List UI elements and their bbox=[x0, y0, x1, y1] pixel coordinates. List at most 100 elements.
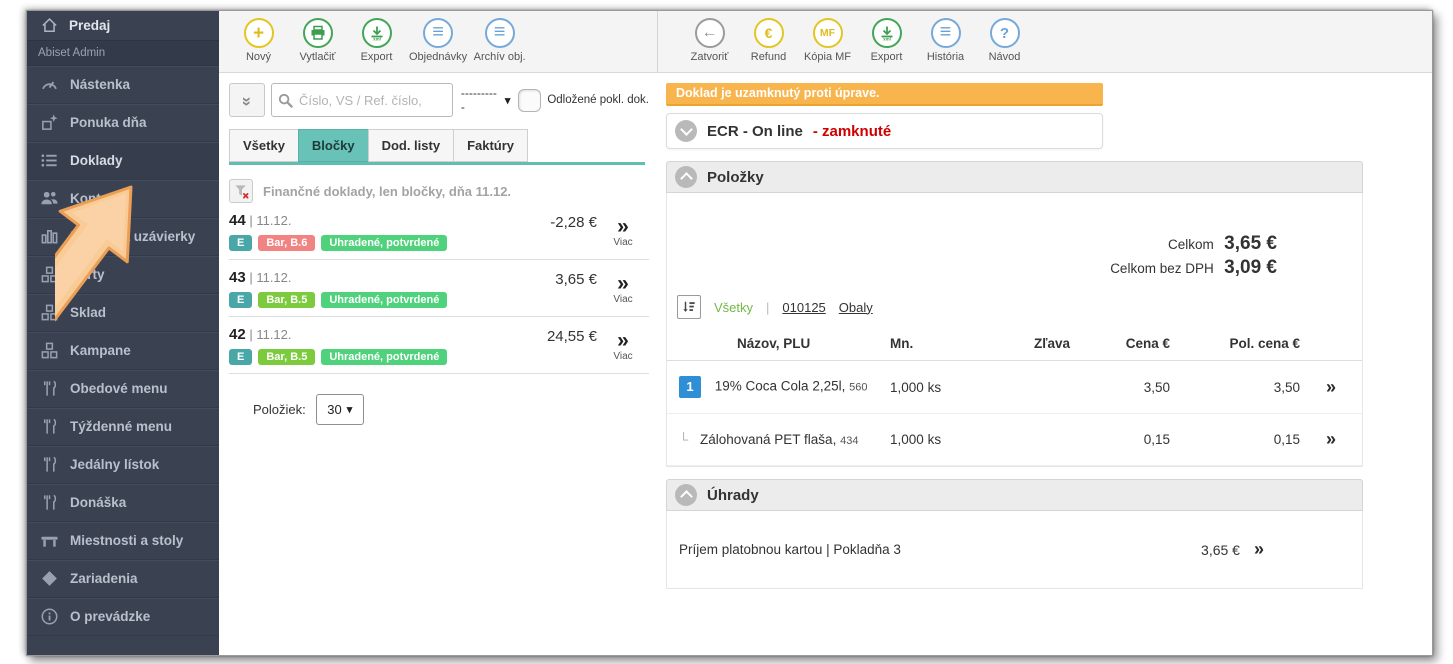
sidebar-item-pokladna-uzavierky[interactable]: Pokladňa uzávierky bbox=[27, 218, 219, 256]
tab-vsetky[interactable]: Všetky bbox=[229, 129, 298, 162]
refund-button[interactable]: € Refund bbox=[739, 18, 798, 63]
doc-amount: 3,65 € bbox=[505, 269, 597, 308]
new-button[interactable]: + Nový bbox=[229, 18, 288, 63]
export-button[interactable]: xml Export bbox=[347, 18, 406, 63]
document-tabs: Všetky Bločky Dod. listy Faktúry bbox=[229, 129, 649, 162]
items-section: Položky Celkom 3,65 € Celkom bez DPH 3,0… bbox=[666, 161, 1363, 467]
close-button[interactable]: ← Zatvoriť bbox=[680, 18, 739, 63]
items-table-header: Názov, PLU Mn. Zľava Cena € Pol. cena € bbox=[667, 327, 1362, 361]
chevron-down-icon[interactable] bbox=[675, 120, 697, 142]
sub-item-icon: └ bbox=[679, 432, 688, 447]
orders-archive-button[interactable]: ≡ Archív obj. bbox=[470, 18, 529, 63]
help-button[interactable]: ? Návod bbox=[975, 18, 1034, 63]
sidebar-item-kampane[interactable]: Kampane bbox=[27, 332, 219, 370]
sidebar-item-karty[interactable]: Karty bbox=[27, 256, 219, 294]
sidebar-item-jedalny-listok[interactable]: Jedálny lístok bbox=[27, 446, 219, 484]
document-row[interactable]: 43 | 11.12. E Bar, B.5 Uhradené, potvrde… bbox=[229, 260, 649, 317]
tab-blocky[interactable]: Bločky bbox=[298, 129, 368, 162]
toolbar-document-actions: ← Zatvoriť € Refund MF Kópia MF xml Expo… bbox=[657, 11, 1432, 72]
item-plu: 434 bbox=[840, 435, 858, 447]
history-button[interactable]: ≡ História bbox=[916, 18, 975, 63]
search-row: » ---------- ▾ Odložené pokl. dok. bbox=[229, 83, 649, 117]
search-input[interactable] bbox=[299, 93, 437, 108]
boxes-icon bbox=[40, 341, 59, 360]
sort-button[interactable] bbox=[677, 295, 701, 319]
tab-dod-listy[interactable]: Dod. listy bbox=[368, 129, 454, 162]
sidebar-item-zariadenia[interactable]: Zariadenia bbox=[27, 560, 219, 598]
sidebar-item-nastenka[interactable]: Nástenka bbox=[27, 66, 219, 104]
col-item-price: Pol. cena € bbox=[1170, 327, 1300, 361]
items-section-header[interactable]: Položky bbox=[666, 161, 1363, 193]
expand-filters-button[interactable]: » bbox=[229, 83, 265, 117]
doc-more-button[interactable]: » Viac bbox=[597, 269, 649, 308]
sidebar-item-miestnosti-a-stoly[interactable]: Miestnosti a stoly bbox=[27, 522, 219, 560]
print-button[interactable]: Vytlačiť bbox=[288, 18, 347, 63]
sidebar-item-predaj[interactable]: Predaj bbox=[27, 11, 219, 41]
sidebar-item-ponuka-dna[interactable]: Ponuka dňa bbox=[27, 104, 219, 142]
doc-more-button[interactable]: » Viac bbox=[597, 326, 649, 365]
page-size-select[interactable]: 30 ▾ bbox=[316, 394, 364, 425]
sidebar-item-tyzdenne-menu[interactable]: Týždenné menu bbox=[27, 408, 219, 446]
page-size-label: Položiek: bbox=[253, 402, 306, 417]
deferred-docs-checkbox[interactable] bbox=[518, 89, 541, 112]
doc-place-badge: Bar, B.5 bbox=[258, 292, 315, 308]
item-detail-arrow[interactable]: » bbox=[1326, 377, 1336, 397]
item-name: Zálohovaná PET flaša, bbox=[700, 432, 836, 447]
items-section-body: Celkom 3,65 € Celkom bez DPH 3,09 € bbox=[666, 193, 1363, 467]
sort-icon bbox=[682, 300, 696, 314]
ecr-title: ECR - On line bbox=[707, 123, 803, 140]
filter-dropdown[interactable]: ---------- ▾ bbox=[459, 86, 512, 114]
menu-lines-icon: ≡ bbox=[423, 18, 453, 48]
items-filter-date-link[interactable]: 010125 bbox=[782, 300, 825, 315]
item-row[interactable]: 1 19% Coca Cola 2,25l, 560 1,000 ks 3,50… bbox=[667, 361, 1362, 414]
lock-banner: Doklad je uzamknutý proti úprave. bbox=[666, 83, 1103, 106]
document-row[interactable]: 42 | 11.12. E Bar, B.5 Uhradené, potvrde… bbox=[229, 317, 649, 374]
ecr-status-box[interactable]: ECR - On line - zamknuté bbox=[666, 113, 1103, 149]
boxes-icon bbox=[40, 303, 59, 322]
sidebar-item-sklad[interactable]: Sklad bbox=[27, 294, 219, 332]
doc-place-badge: Bar, B.5 bbox=[258, 349, 315, 365]
chevron-up-icon[interactable] bbox=[675, 166, 697, 188]
page-size-row: Položiek: 30 ▾ bbox=[229, 394, 649, 425]
tab-underline bbox=[229, 162, 645, 165]
item-row[interactable]: └ Zálohovaná PET flaša, 434 1,000 ks 0,1… bbox=[667, 414, 1362, 466]
payments-section-body: Príjem platobnou kartou | Pokladňa 3 3,6… bbox=[666, 511, 1363, 589]
double-chevron-right-icon: » bbox=[617, 216, 629, 237]
doc-more-button[interactable]: » Viac bbox=[597, 212, 649, 251]
total-net-label: Celkom bez DPH bbox=[1110, 261, 1214, 276]
sidebar-item-obedove-menu[interactable]: Obedové menu bbox=[27, 370, 219, 408]
sidebar-item-doklady[interactable]: Doklady bbox=[27, 142, 219, 180]
col-name: Názov, PLU bbox=[667, 327, 890, 361]
items-filter-all[interactable]: Všetky bbox=[714, 300, 753, 315]
item-detail-arrow[interactable]: » bbox=[1326, 429, 1336, 449]
document-row[interactable]: 44 | 11.12. E Bar, B.6 Uhradené, potvrde… bbox=[229, 203, 649, 260]
sidebar-item-o-prevadzke[interactable]: O prevádzke bbox=[27, 598, 219, 636]
payment-row[interactable]: Príjem platobnou kartou | Pokladňa 3 3,6… bbox=[667, 511, 1362, 588]
mf-copy-icon: MF bbox=[813, 18, 843, 48]
doc-status-badge: Uhradené, potvrdené bbox=[321, 292, 447, 308]
sidebar-item-donaska[interactable]: Donáška bbox=[27, 484, 219, 522]
chevron-up-icon[interactable] bbox=[675, 484, 697, 506]
svg-text:xml: xml bbox=[883, 37, 891, 41]
payments-section-header[interactable]: Úhrady bbox=[666, 479, 1363, 511]
clear-filter-button[interactable] bbox=[229, 179, 253, 203]
items-filter-packaging-link[interactable]: Obaly bbox=[839, 300, 873, 315]
chevron-down-icon: ▾ bbox=[505, 94, 511, 107]
export-button[interactable]: xml Export bbox=[857, 18, 916, 63]
info-icon bbox=[40, 607, 59, 626]
payments-section: Úhrady Príjem platobnou kartou | Pokladň… bbox=[666, 479, 1363, 589]
tab-faktury[interactable]: Faktúry bbox=[453, 129, 528, 162]
col-discount: Zľava bbox=[1000, 327, 1070, 361]
doc-number: 44 bbox=[229, 212, 246, 229]
diamond-icon bbox=[40, 569, 59, 588]
doc-status-badge: Uhradené, potvrdené bbox=[321, 235, 447, 251]
payment-detail-arrow[interactable]: » bbox=[1254, 539, 1264, 560]
orders-button[interactable]: ≡ Objednávky bbox=[406, 18, 470, 63]
box-star-icon bbox=[40, 113, 59, 132]
payment-amount: 3,65 € bbox=[1201, 542, 1240, 558]
doc-date: 11.12. bbox=[256, 213, 291, 228]
doc-number: 42 bbox=[229, 326, 246, 343]
printer-icon bbox=[303, 18, 333, 48]
copy-mf-button[interactable]: MF Kópia MF bbox=[798, 18, 857, 63]
sidebar-item-kontakty[interactable]: Kontakty bbox=[27, 180, 219, 218]
